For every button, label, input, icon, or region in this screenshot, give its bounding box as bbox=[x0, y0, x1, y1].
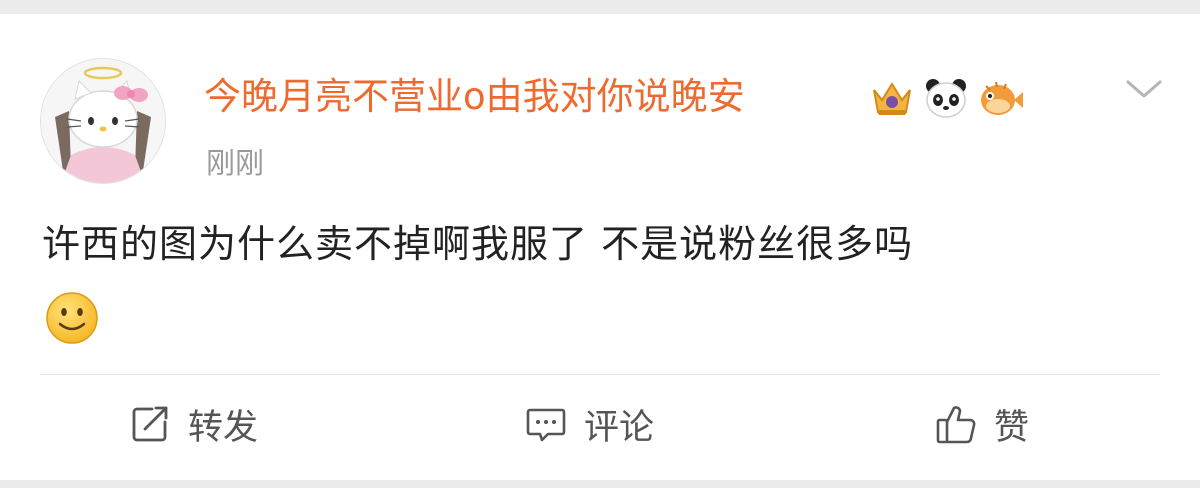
comment-button[interactable]: 评论 bbox=[524, 398, 654, 450]
hello-kitty-avatar-image bbox=[41, 59, 165, 183]
user-badges bbox=[868, 76, 1024, 120]
bottom-separator bbox=[0, 480, 1200, 488]
user-avatar[interactable] bbox=[40, 58, 166, 184]
action-divider bbox=[40, 374, 1160, 375]
username[interactable]: 今晚月亮不营业o由我对你说晚安 bbox=[204, 68, 745, 118]
like-label: 赞 bbox=[994, 407, 1030, 448]
like-button[interactable]: 赞 bbox=[934, 398, 1029, 450]
pufferfish-icon[interactable] bbox=[976, 76, 1024, 120]
post-content: 许西的图为什么卖不掉啊我服了 不是说粉丝很多吗 bbox=[42, 222, 914, 266]
post-timestamp: 刚刚 bbox=[206, 146, 265, 180]
crown-badge-icon[interactable] bbox=[868, 76, 916, 120]
repost-label: 转发 bbox=[188, 407, 259, 448]
repost-icon bbox=[132, 406, 168, 442]
chevron-down-icon[interactable] bbox=[1124, 74, 1164, 104]
smile-emoji-icon bbox=[46, 292, 98, 344]
comment-icon bbox=[526, 408, 566, 442]
post-card: 今晚月亮不营业o由我对你说晚安 刚刚 许西的图为什么卖不掉啊我服了 不是说粉丝很… bbox=[0, 14, 1200, 480]
thumbs-up-icon bbox=[936, 406, 976, 444]
repost-button[interactable]: 转发 bbox=[128, 398, 258, 450]
comment-label: 评论 bbox=[584, 407, 655, 448]
panda-icon[interactable] bbox=[922, 76, 970, 120]
